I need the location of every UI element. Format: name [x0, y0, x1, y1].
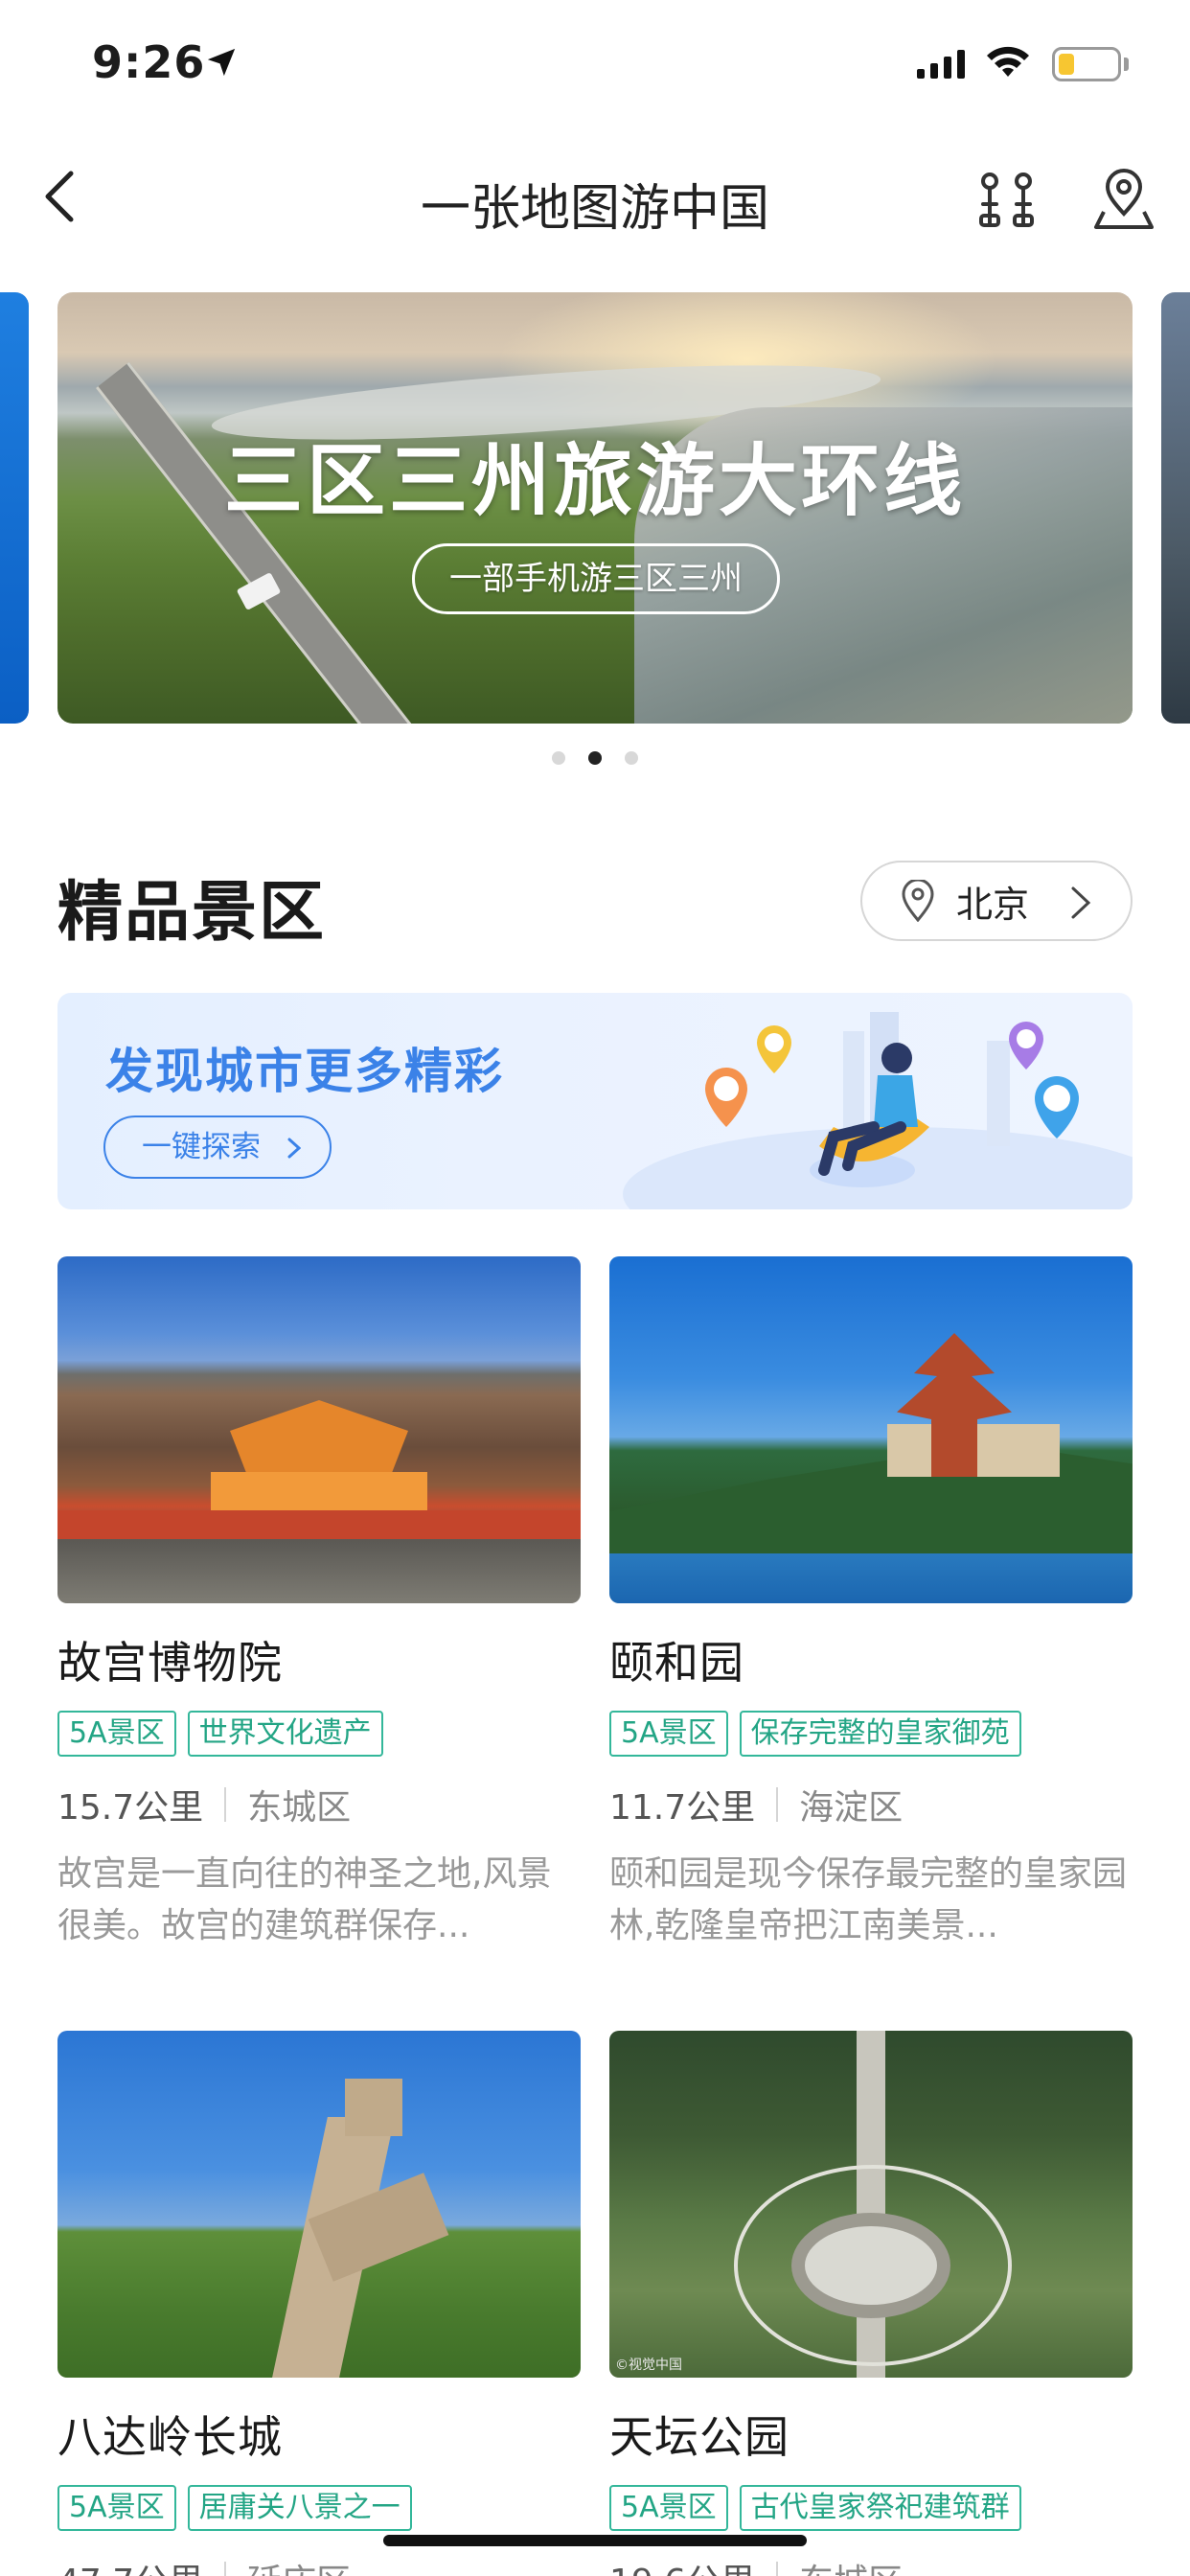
scenic-tags: 5A景区 保存完整的皇家御苑: [609, 1711, 1133, 1757]
carousel-next-slide[interactable]: [1161, 292, 1190, 724]
city-selector-button[interactable]: 北京: [860, 861, 1133, 941]
scenic-district: 延庆区: [247, 2554, 351, 2576]
scenic-card[interactable]: 故宫博物院 5A景区 世界文化遗产 15.7公里 东城区 故宫是一直向往的神圣之…: [57, 1256, 581, 1952]
meta-divider: [776, 2562, 779, 2576]
scenic-photo: [609, 1256, 1133, 1603]
location-arrow-icon: [207, 48, 236, 77]
banner-slide[interactable]: 三区三州旅游大环线 一部手机游三区三州: [57, 292, 1133, 724]
scenic-meta: 11.7公里 海淀区: [609, 1780, 1133, 1829]
battery-tip: [1124, 58, 1129, 71]
chevron-right-icon: [1071, 886, 1091, 919]
scenic-tag: 5A景区: [609, 1711, 728, 1757]
photo-watermark: ©视觉中国: [615, 2358, 682, 2373]
route-icon[interactable]: [973, 166, 1041, 233]
scenic-tag: 世界文化遗产: [187, 1711, 383, 1757]
scenic-tag: 5A景区: [57, 2485, 176, 2531]
scenic-description: 故宫是一直向往的神圣之地,风景很美。故宫的建筑群保存...: [57, 1854, 552, 1945]
map-pin-icon[interactable]: [1090, 166, 1157, 233]
meta-divider: [776, 1787, 779, 1822]
scenic-photo: [57, 2031, 581, 2378]
scenic-photo: [57, 1256, 581, 1603]
scenic-meta: 15.7公里 东城区: [57, 1780, 581, 1829]
discover-promo-banner[interactable]: 发现城市更多精彩 一键探索: [57, 993, 1133, 1209]
location-pin-icon: [902, 880, 934, 922]
traveler-illustration: [623, 1012, 1133, 1209]
scenic-name: 八达岭长城: [57, 2411, 283, 2463]
scenic-tag: 古代皇家祭祀建筑群: [739, 2485, 1021, 2531]
scenic-distance: 19.6公里: [609, 2554, 755, 2576]
cellular-signal-icon: [917, 50, 965, 79]
explore-button-label: 一键探索: [142, 1130, 261, 1164]
banner-subtitle-button[interactable]: 一部手机游三区三州: [412, 543, 780, 614]
carousel-dot-active[interactable]: [588, 751, 602, 765]
banner-title: 三区三州旅游大环线: [223, 436, 966, 527]
scenic-tags: 5A景区 古代皇家祭祀建筑群: [609, 2485, 1133, 2531]
scenic-distance: 15.7公里: [57, 1788, 204, 1828]
city-name: 北京: [956, 883, 1030, 926]
scenic-card[interactable]: ©视觉中国 天坛公园 5A景区 古代皇家祭祀建筑群 19.6公里 东城区: [609, 2031, 1133, 2576]
battery-icon: [1052, 47, 1121, 81]
status-time: 9:26: [92, 36, 206, 88]
carousel-prev-slide[interactable]: [0, 292, 29, 724]
meta-divider: [224, 1787, 227, 1822]
meta-divider: [224, 2562, 227, 2576]
scenic-distance: 11.7公里: [609, 1788, 756, 1828]
scenic-district: 东城区: [247, 1788, 352, 1828]
section-title: 精品景区: [57, 875, 327, 951]
chevron-right-icon: [287, 1138, 301, 1159]
scenic-tag: 5A景区: [57, 1711, 176, 1757]
scenic-description: 颐和园是现今保存最完整的皇家园林,乾隆皇帝把江南美景...: [609, 1854, 1128, 1945]
scenic-tags: 5A景区 世界文化遗产: [57, 1711, 581, 1757]
promo-title: 发现城市更多精彩: [105, 1044, 504, 1099]
scenic-meta: 19.6公里 东城区: [609, 2554, 1133, 2576]
explore-button[interactable]: 一键探索: [103, 1116, 332, 1179]
scenic-photo: ©视觉中国: [609, 2031, 1133, 2378]
scenic-tag: 保存完整的皇家御苑: [739, 1711, 1021, 1757]
scenic-distance: 47.7公里: [57, 2554, 203, 2576]
scenic-name: 故宫博物院: [57, 1637, 283, 1689]
scenic-card[interactable]: 八达岭长城 5A景区 居庸关八景之一 47.7公里 延庆区: [57, 2031, 581, 2576]
carousel-dot[interactable]: [552, 751, 565, 765]
scenic-tag: 居庸关八景之一: [187, 2485, 412, 2531]
navigation-bar: 一张地图游中国: [0, 129, 1190, 264]
scenic-meta: 47.7公里 延庆区: [57, 2554, 581, 2576]
home-indicator[interactable]: [383, 2535, 807, 2546]
scenic-tags: 5A景区 居庸关八景之一: [57, 2485, 581, 2531]
carousel-dot[interactable]: [625, 751, 638, 765]
scenic-card[interactable]: 颐和园 5A景区 保存完整的皇家御苑 11.7公里 海淀区 颐和园是现今保存最完…: [609, 1256, 1133, 1952]
scenic-district: 海淀区: [799, 1788, 904, 1828]
status-bar: 9:26: [0, 0, 1190, 129]
scenic-tag: 5A景区: [609, 2485, 728, 2531]
scenic-district: 东城区: [799, 2554, 903, 2576]
scenic-name: 颐和园: [609, 1637, 744, 1689]
scenic-name: 天坛公园: [609, 2411, 790, 2463]
carousel-indicator: [0, 751, 1190, 765]
wifi-icon: [987, 46, 1029, 77]
